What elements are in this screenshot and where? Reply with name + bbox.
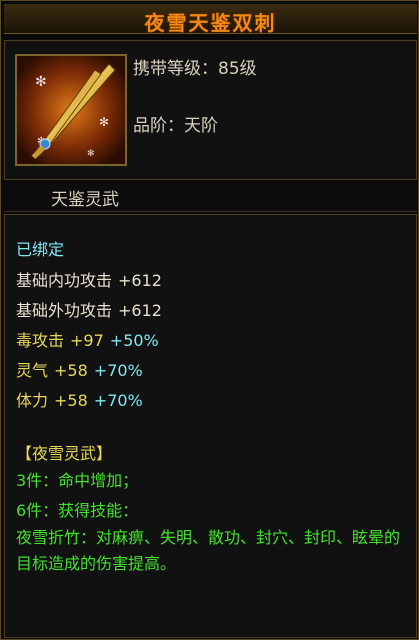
bound-status: 已绑定 xyxy=(16,240,65,259)
stat-value: +58 xyxy=(54,391,88,410)
title-bar: 夜雪天鉴双刺 xyxy=(4,4,417,35)
set-title: 【夜雪灵武】 xyxy=(16,444,113,463)
stat-row: 体力 +58 +70% xyxy=(16,387,143,411)
stat-name: 毒攻击 xyxy=(16,331,65,350)
set-bonus-6: 6件：获得技能： xyxy=(16,501,139,520)
set-skill-description: 夜雪折竹：对麻痹、失明、散功、封穴、封印、眩晕的目标造成的伤害提高。 xyxy=(16,528,401,573)
stat-row: 基础内功攻击 +612 xyxy=(16,267,162,291)
stat-value: +612 xyxy=(118,301,162,320)
item-tooltip: 夜雪天鉴双刺 ✻ ✻ ✻ 携带等级：85级 品阶：天阶 天鉴灵武 已绑定 基础内… xyxy=(0,0,419,640)
stat-row: 基础外功攻击 +612 xyxy=(16,297,162,321)
stat-row: 毒攻击 +97 +50% xyxy=(16,327,159,351)
svg-text:✻: ✻ xyxy=(99,115,109,129)
stat-bonus: +70% xyxy=(93,361,143,380)
stat-bonus: +50% xyxy=(109,331,159,350)
stat-value: +612 xyxy=(118,271,162,290)
set-bonus-3: 3件：命中增加； xyxy=(16,471,139,490)
stat-name: 灵气 xyxy=(16,361,49,380)
stat-value: +97 xyxy=(70,331,104,350)
stat-name: 基础内功攻击 xyxy=(16,271,113,290)
carry-level: 携带等级：85级 xyxy=(133,59,257,79)
stat-bonus: +70% xyxy=(93,391,143,410)
item-name: 夜雪天鉴双刺 xyxy=(144,11,277,35)
svg-text:✻: ✻ xyxy=(87,149,95,159)
item-category: 天鉴灵武 xyxy=(51,190,119,210)
dual-dagger-weapon-icon: ✻ ✻ ✻ ✻ xyxy=(15,54,127,166)
item-info-panel: ✻ ✻ ✻ ✻ 携带等级：85级 品阶：天阶 xyxy=(4,40,417,180)
item-details-panel: 已绑定 基础内功攻击 +612 基础外功攻击 +612 毒攻击 +97 +50% 灵气 +… xyxy=(4,214,417,638)
stat-value: +58 xyxy=(54,361,88,380)
item-grade: 品阶：天阶 xyxy=(133,116,218,136)
svg-text:✻: ✻ xyxy=(35,74,47,90)
stat-name: 基础外功攻击 xyxy=(16,301,113,320)
stat-name: 体力 xyxy=(16,391,49,410)
category-panel: 天鉴灵武 xyxy=(4,183,417,212)
stat-row: 灵气 +58 +70% xyxy=(16,357,143,381)
